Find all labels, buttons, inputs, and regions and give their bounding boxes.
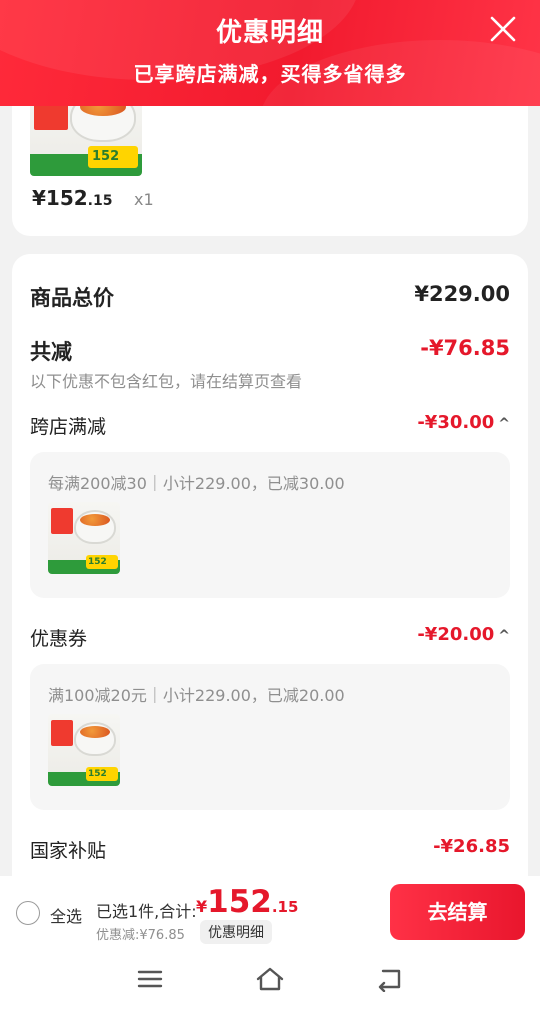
coupon-value: -¥20.00 ^ — [417, 624, 510, 645]
thumb-food — [80, 726, 110, 738]
coupon-label: 优惠券 — [30, 628, 88, 650]
close-button[interactable] — [488, 14, 518, 44]
price-dec: .15 — [87, 193, 113, 209]
total-price-row: 商品总价 ¥229.00 — [30, 282, 510, 312]
select-all-label[interactable]: 全选 — [50, 903, 82, 927]
cross-store-label: 跨店满减 — [30, 416, 107, 438]
product-thumbnail[interactable]: 152 — [48, 714, 120, 786]
total-dec: .15 — [271, 898, 299, 916]
chevron-up-icon[interactable]: ^ — [498, 628, 510, 644]
coupon-row[interactable]: 优惠券 -¥20.00 ^ — [30, 624, 510, 652]
product-thumbnail[interactable]: 152 — [30, 106, 142, 176]
cross-store-detail: 每满200减30｜小计229.00，已减30.00 152 — [30, 452, 510, 598]
discount-note: 以下优惠不包含红包，请在结算页查看 — [30, 372, 303, 391]
back-icon — [378, 969, 401, 993]
cross-store-value: -¥30.00 ^ — [417, 412, 510, 433]
thumb-food — [80, 514, 110, 526]
thumb-price-tag: 152 — [86, 555, 118, 569]
discount-detail-header: 优惠明细 已享跨店满减，买得多省得多 — [0, 0, 540, 106]
total-price-label: 商品总价 — [30, 286, 114, 310]
price-int: 152 — [45, 186, 88, 210]
thumb-price-text: 152 — [88, 769, 107, 779]
discount-summary-card: 商品总价 ¥229.00 共减 -¥76.85 以下优惠不包含红包，请在结算页查… — [12, 254, 528, 876]
back-button[interactable] — [375, 966, 405, 993]
cross-store-row[interactable]: 跨店满减 -¥30.00 ^ — [30, 412, 510, 440]
cross-store-amount: -¥30.00 — [417, 412, 495, 433]
product-quantity: x1 — [134, 190, 154, 209]
total-discount-label: 共减 — [30, 340, 72, 364]
checkout-total: ¥152.15 — [196, 884, 298, 920]
total-discount-row: 共减 -¥76.85 — [30, 336, 510, 366]
total-yen: ¥ — [196, 897, 208, 916]
home-icon — [256, 967, 284, 991]
thumb-price-text: 152 — [88, 557, 107, 567]
menu-icon — [137, 970, 163, 988]
menu-button[interactable] — [135, 966, 165, 992]
coupon-detail-text: 满100减20元｜小计229.00，已减20.00 — [48, 686, 345, 705]
subsidy-row: 国家补贴 -¥26.85 — [30, 836, 510, 864]
home-button[interactable] — [255, 966, 285, 992]
product-price: ¥152.15 — [32, 186, 112, 210]
thumb-price-tag: 152 — [88, 146, 138, 168]
page-subtitle: 已享跨店满减，买得多省得多 — [133, 62, 407, 86]
total-price-value: ¥229.00 — [414, 282, 510, 306]
coupon-amount: -¥20.00 — [417, 624, 495, 645]
select-all-radio[interactable] — [16, 901, 40, 925]
content-scroll[interactable]: 152 ¥152.15 x1 商品总价 ¥229.00 共减 -¥76.85 以… — [0, 106, 540, 876]
thumb-red-label — [34, 106, 68, 130]
coupon-detail: 满100减20元｜小计229.00，已减20.00 152 — [30, 664, 510, 810]
chevron-up-icon[interactable]: ^ — [498, 416, 510, 432]
total-int: 152 — [207, 884, 272, 920]
discount-detail-button[interactable]: 优惠明细 — [200, 920, 272, 944]
thumb-price-text: 152 — [92, 149, 120, 164]
checkout-button[interactable]: 去结算 — [390, 884, 525, 940]
thumb-red-label — [51, 508, 73, 534]
subsidy-label: 国家补贴 — [30, 840, 107, 862]
price-yen: ¥ — [32, 186, 46, 210]
saved-amount: 优惠减:¥76.85 — [96, 928, 185, 943]
system-nav-bar — [0, 946, 540, 1013]
checkout-bar: 全选 已选1件,合计: ¥152.15 优惠减:¥76.85 优惠明细 去结算 — [0, 876, 540, 946]
page-title: 优惠明细 — [215, 18, 324, 48]
product-thumbnail[interactable]: 152 — [48, 502, 120, 574]
product-card: 152 ¥152.15 x1 — [12, 106, 528, 236]
selected-summary: 已选1件,合计: — [96, 902, 197, 921]
thumb-price-tag: 152 — [86, 767, 118, 781]
thumb-red-label — [51, 720, 73, 746]
total-discount-value: -¥76.85 — [420, 336, 510, 360]
cross-store-detail-text: 每满200减30｜小计229.00，已减30.00 — [48, 474, 345, 493]
subsidy-value: -¥26.85 — [433, 836, 510, 857]
close-icon — [490, 16, 516, 42]
